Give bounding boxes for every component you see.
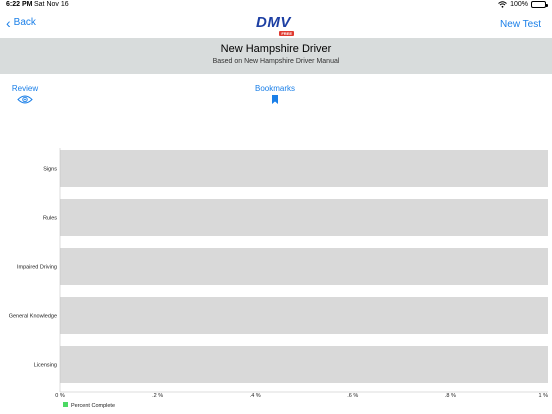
tab-review-label: Review: [11, 84, 39, 93]
x-tick-label: .4 %: [250, 393, 261, 399]
category-label: Signs: [43, 167, 57, 173]
chevron-left-icon: ‹: [6, 14, 11, 31]
category-label: Rules: [43, 216, 57, 222]
progress-chart-svg: Signs Rules Impaired Driving General Knowle…: [9, 148, 549, 409]
new-test-button[interactable]: New Test: [500, 19, 541, 30]
logo-text: DMV: [256, 14, 291, 31]
page-subtitle: Based on New Hampshire Driver Manual: [212, 58, 340, 65]
battery-icon: [531, 1, 548, 8]
legend-label: Percent Complete: [71, 403, 115, 409]
tab-bookmarks[interactable]: Bookmarks: [252, 84, 298, 104]
chart-bar: [60, 150, 548, 187]
logo-badge: FREE: [279, 31, 294, 36]
x-tick-label: 1 %: [539, 393, 549, 399]
category-label: Licensing: [34, 363, 57, 369]
chart-bar: [60, 199, 548, 236]
page-title: New Hampshire Driver: [220, 43, 332, 55]
tab-bookmarks-label: Bookmarks: [254, 84, 295, 93]
chart-bar: [60, 248, 548, 285]
tab-bar: Review Bookmarks: [0, 84, 552, 112]
back-label: Back: [13, 17, 36, 28]
category-label: General Knowledge: [9, 314, 57, 320]
status-bar: 6:22 PM Sat Nov 16 100%: [0, 0, 552, 12]
back-button[interactable]: ‹ Back: [6, 14, 36, 31]
x-tick-label: 0 %: [55, 393, 65, 399]
status-indicators: 100%: [498, 1, 548, 8]
dmv-logo: DMV FREE: [256, 14, 296, 36]
status-date: Sat Nov 16: [34, 1, 69, 8]
x-tick-label: .2 %: [152, 393, 163, 399]
chart-bar: [60, 346, 548, 383]
test-header: New Hampshire Driver Based on New Hampsh…: [0, 38, 552, 74]
progress-chart: Signs Rules Impaired Driving General Knowle…: [0, 140, 552, 414]
navigation-bar: ‹ Back DMV FREE New Test: [0, 12, 552, 38]
tab-review[interactable]: Review: [10, 84, 40, 104]
battery-percent: 100%: [510, 1, 528, 8]
wifi-icon: [498, 1, 507, 8]
x-tick-label: .8 %: [445, 393, 456, 399]
eye-icon: [17, 95, 33, 104]
category-label: Impaired Driving: [17, 265, 57, 271]
bookmark-icon: [272, 95, 278, 104]
legend-swatch: [63, 402, 68, 407]
status-time: 6:22 PM: [6, 1, 33, 8]
chart-bar: [60, 297, 548, 334]
x-tick-label: .6 %: [347, 393, 358, 399]
